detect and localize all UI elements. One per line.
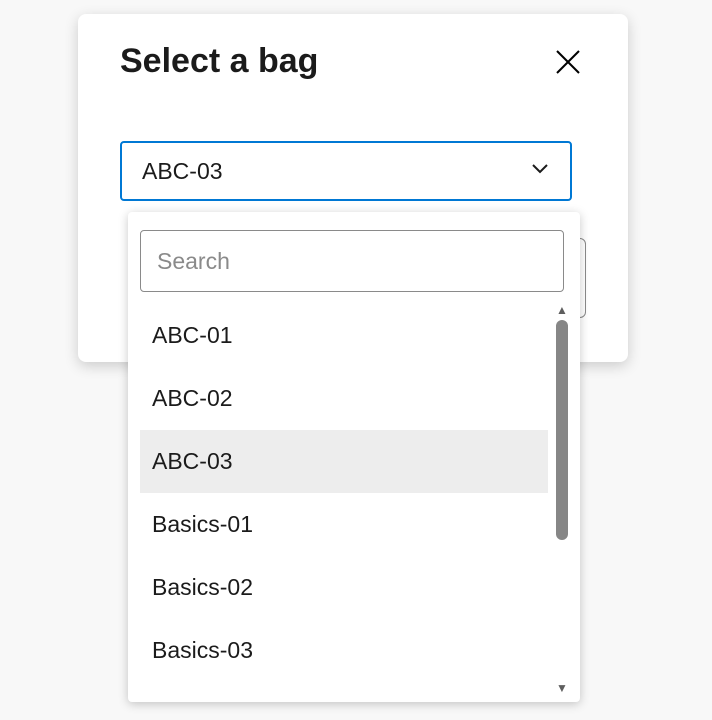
scroll-thumb[interactable] xyxy=(556,320,568,540)
option-item[interactable]: Basics-02 xyxy=(140,556,548,619)
dialog-header: Select a bag xyxy=(120,42,586,81)
option-label: ABC-03 xyxy=(152,448,233,475)
option-item[interactable]: ABC-02 xyxy=(140,367,548,430)
option-label: Basics-03 xyxy=(152,637,253,664)
scroll-down-arrow[interactable]: ▼ xyxy=(556,682,568,694)
option-label: Basics-02 xyxy=(152,574,253,601)
close-icon xyxy=(554,48,582,76)
option-item[interactable]: ABC-01 xyxy=(140,304,548,367)
scrollbar[interactable]: ▲ ▼ xyxy=(548,304,576,694)
options-scroller: ABC-01 ABC-02 ABC-03 Basics-01 Basics-02 Basi… xyxy=(140,304,576,694)
option-item[interactable]: Basics-03 xyxy=(140,619,548,682)
option-item[interactable]: ABC-03 xyxy=(140,430,548,493)
bag-select[interactable]: ABC-03 xyxy=(120,141,572,201)
option-label: ABC-01 xyxy=(152,322,233,349)
option-list: ABC-01 ABC-02 ABC-03 Basics-01 Basics-02 Basi… xyxy=(140,304,548,694)
bag-dropdown: ABC-01 ABC-02 ABC-03 Basics-01 Basics-02 Basi… xyxy=(128,212,580,702)
option-item[interactable]: Basics-01 xyxy=(140,493,548,556)
chevron-down-icon xyxy=(528,156,552,186)
option-label: ABC-02 xyxy=(152,385,233,412)
scroll-up-arrow[interactable]: ▲ xyxy=(556,304,568,316)
dropdown-search-wrap xyxy=(140,230,576,292)
dialog-title: Select a bag xyxy=(120,42,318,81)
close-button[interactable] xyxy=(550,44,586,80)
option-label: Basics-01 xyxy=(152,511,253,538)
search-input[interactable] xyxy=(140,230,564,292)
scroll-track[interactable] xyxy=(556,320,568,682)
bag-select-value: ABC-03 xyxy=(142,158,223,185)
